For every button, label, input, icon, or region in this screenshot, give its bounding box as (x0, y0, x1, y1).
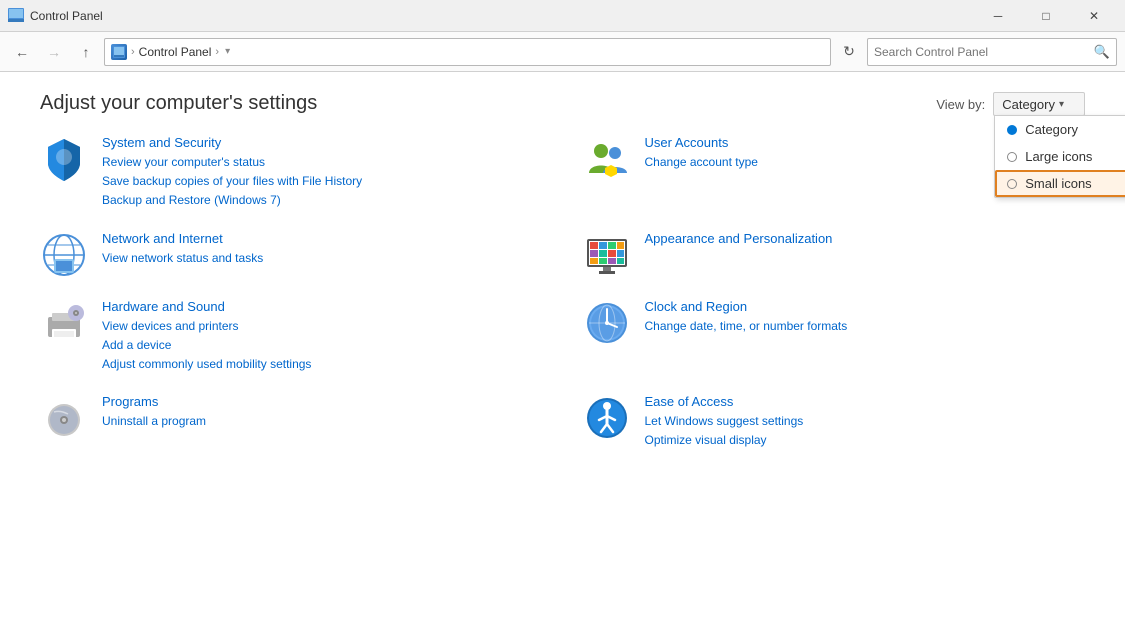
option-small-icons-label: Small icons (1025, 176, 1091, 191)
page-title: Adjust your computer's settings (40, 92, 1085, 115)
user-accounts-content: User Accounts Change account type (645, 135, 758, 172)
view-by-bar: View by: Category ▾ Category Large icons… (936, 92, 1085, 116)
up-button[interactable]: ↑ (72, 38, 100, 66)
search-box[interactable]: 🔍 (867, 38, 1117, 66)
ease-of-access-link-1[interactable]: Let Windows suggest settings (645, 412, 804, 431)
search-input[interactable] (874, 45, 1094, 59)
view-by-menu: Category Large icons Small icons 1 (994, 115, 1125, 198)
path-separator-2: › (215, 46, 219, 58)
system-security-content: System and Security Review your computer… (102, 135, 362, 211)
forward-button[interactable]: → (40, 38, 68, 66)
system-security-link-1[interactable]: Review your computer's status (102, 153, 362, 172)
item-clock-region: Clock and Region Change date, time, or n… (583, 299, 1086, 375)
title-bar-controls: ─ □ ✕ (975, 0, 1117, 32)
network-internet-title[interactable]: Network and Internet (102, 231, 263, 246)
hardware-sound-icon (40, 299, 88, 347)
back-button[interactable]: ← (8, 38, 36, 66)
hardware-sound-link-2[interactable]: Add a device (102, 336, 311, 355)
system-security-link-2[interactable]: Save backup copies of your files with Fi… (102, 172, 362, 191)
option-category[interactable]: Category (995, 116, 1125, 143)
address-bar: ← → ↑ › Control Panel › ▾ ↻ 🔍 (0, 32, 1125, 72)
radio-selected-icon (1007, 125, 1017, 135)
hardware-sound-title[interactable]: Hardware and Sound (102, 299, 311, 314)
network-internet-content: Network and Internet View network status… (102, 231, 263, 268)
ease-of-access-icon (583, 394, 631, 442)
item-network-internet: Network and Internet View network status… (40, 231, 543, 279)
radio-empty-icon-2 (1007, 179, 1017, 189)
system-security-icon (40, 135, 88, 183)
user-accounts-icon (583, 135, 631, 183)
clock-region-title[interactable]: Clock and Region (645, 299, 848, 314)
view-by-label: View by: (936, 97, 985, 112)
ease-of-access-content: Ease of Access Let Windows suggest setti… (645, 394, 804, 450)
programs-content: Programs Uninstall a program (102, 394, 206, 431)
path-home-icon (111, 44, 127, 60)
option-small-icons[interactable]: Small icons 1 (995, 170, 1125, 197)
item-system-security: System and Security Review your computer… (40, 135, 543, 211)
item-ease-of-access: Ease of Access Let Windows suggest setti… (583, 394, 1086, 450)
system-security-title[interactable]: System and Security (102, 135, 362, 150)
address-path[interactable]: › Control Panel › ▾ (104, 38, 831, 66)
network-internet-link-1[interactable]: View network status and tasks (102, 249, 263, 268)
programs-link-1[interactable]: Uninstall a program (102, 412, 206, 431)
path-control-panel[interactable]: Control Panel (139, 45, 212, 59)
item-appearance: Appearance and Personalization (583, 231, 1086, 279)
close-button[interactable]: ✕ (1071, 0, 1117, 32)
user-accounts-link-1[interactable]: Change account type (645, 153, 758, 172)
window-title: Control Panel (30, 9, 103, 23)
view-by-value: Category (1002, 97, 1055, 112)
clock-region-link-1[interactable]: Change date, time, or number formats (645, 317, 848, 336)
main-content: Adjust your computer's settings View by:… (0, 72, 1125, 634)
clock-region-content: Clock and Region Change date, time, or n… (645, 299, 848, 336)
appearance-title[interactable]: Appearance and Personalization (645, 231, 833, 246)
appearance-icon (583, 231, 631, 279)
title-bar: Control Panel ─ □ ✕ (0, 0, 1125, 32)
view-by-dropdown[interactable]: Category ▾ Category Large icons Small ic… (993, 92, 1085, 116)
items-grid: System and Security Review your computer… (40, 135, 1085, 451)
item-hardware-sound: Hardware and Sound View devices and prin… (40, 299, 543, 375)
dropdown-arrow-icon: ▾ (1059, 99, 1064, 110)
hardware-sound-link-3[interactable]: Adjust commonly used mobility settings (102, 355, 311, 374)
option-large-icons[interactable]: Large icons (995, 143, 1125, 170)
path-dropdown-arrow: ▾ (225, 46, 230, 57)
item-programs: Programs Uninstall a program (40, 394, 543, 450)
appearance-content: Appearance and Personalization (645, 231, 833, 249)
title-bar-left: Control Panel (8, 8, 103, 24)
ease-of-access-title[interactable]: Ease of Access (645, 394, 804, 409)
refresh-button[interactable]: ↻ (835, 38, 863, 66)
control-panel-icon (8, 8, 24, 24)
radio-empty-icon (1007, 152, 1017, 162)
hardware-sound-content: Hardware and Sound View devices and prin… (102, 299, 311, 375)
system-security-link-3[interactable]: Backup and Restore (Windows 7) (102, 191, 362, 210)
programs-title[interactable]: Programs (102, 394, 206, 409)
path-separator-1: › (131, 46, 135, 58)
clock-region-icon (583, 299, 631, 347)
option-large-icons-label: Large icons (1025, 149, 1092, 164)
user-accounts-title[interactable]: User Accounts (645, 135, 758, 150)
programs-icon (40, 394, 88, 442)
option-category-label: Category (1025, 122, 1078, 137)
hardware-sound-link-1[interactable]: View devices and printers (102, 317, 311, 336)
ease-of-access-link-2[interactable]: Optimize visual display (645, 431, 804, 450)
minimize-button[interactable]: ─ (975, 0, 1021, 32)
maximize-button[interactable]: □ (1023, 0, 1069, 32)
network-internet-icon (40, 231, 88, 279)
search-icon: 🔍 (1094, 44, 1110, 60)
